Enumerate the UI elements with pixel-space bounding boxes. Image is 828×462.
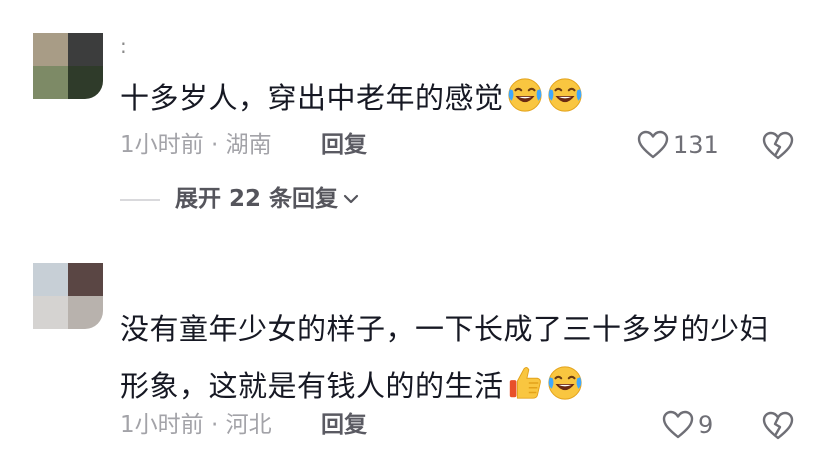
expand-divider — [120, 199, 160, 201]
timestamp: 1小时前 — [120, 412, 204, 438]
comment-text-line-2: 形象，这就是有钱人的的生活 — [120, 364, 769, 408]
avatar[interactable] — [33, 33, 103, 99]
username[interactable]: : — [120, 36, 127, 56]
reply-button[interactable]: 回复 — [321, 130, 367, 160]
heart-outline-icon — [662, 410, 694, 439]
like-button[interactable]: 131 — [637, 130, 719, 160]
comment-text: 十多岁人，穿出中老年的感觉 — [120, 76, 584, 120]
comment-text-body: 十多岁人，穿出中老年的感觉 — [120, 81, 504, 115]
avatar[interactable] — [33, 263, 103, 329]
like-count: 131 — [673, 131, 719, 159]
like-count: 9 — [698, 411, 714, 439]
location: 湖南 — [225, 132, 272, 158]
broken-heart-icon[interactable] — [762, 131, 794, 161]
laugh-cry-emoji — [547, 366, 582, 400]
chevron-down-icon — [343, 194, 359, 204]
comment-text-line: 没有童年少女的样子，一下长成了三十多岁的少妇 — [120, 312, 770, 346]
comment-list: : 十多岁人，穿出中老年的感觉 1小时前 · 湖南 回复 131 展开 22 条… — [0, 0, 828, 462]
heart-outline-icon — [637, 130, 669, 159]
thumbs-up-emoji — [509, 367, 541, 399]
comment-meta: 1小时前 · 湖南 — [120, 130, 272, 160]
comment-text: 没有童年少女的样子，一下长成了三十多岁的少妇 形象，这就是有钱人的的生活 — [120, 308, 769, 408]
comment-text-body: 形象，这就是有钱人的的生活 — [120, 369, 504, 403]
comment-meta: 1小时前 · 河北 — [120, 410, 272, 440]
expand-replies-label: 展开 22 条回复 — [175, 186, 339, 212]
location: 河北 — [225, 412, 272, 438]
like-button[interactable]: 9 — [662, 410, 713, 440]
timestamp: 1小时前 — [120, 132, 204, 158]
meta-separator: · — [210, 132, 219, 158]
laugh-cry-emoji — [547, 78, 582, 112]
meta-separator: · — [210, 412, 219, 438]
expand-replies-button[interactable]: 展开 22 条回复 — [175, 184, 360, 214]
laugh-cry-emoji — [507, 78, 542, 112]
broken-heart-icon[interactable] — [762, 411, 794, 441]
reply-button[interactable]: 回复 — [321, 410, 367, 440]
